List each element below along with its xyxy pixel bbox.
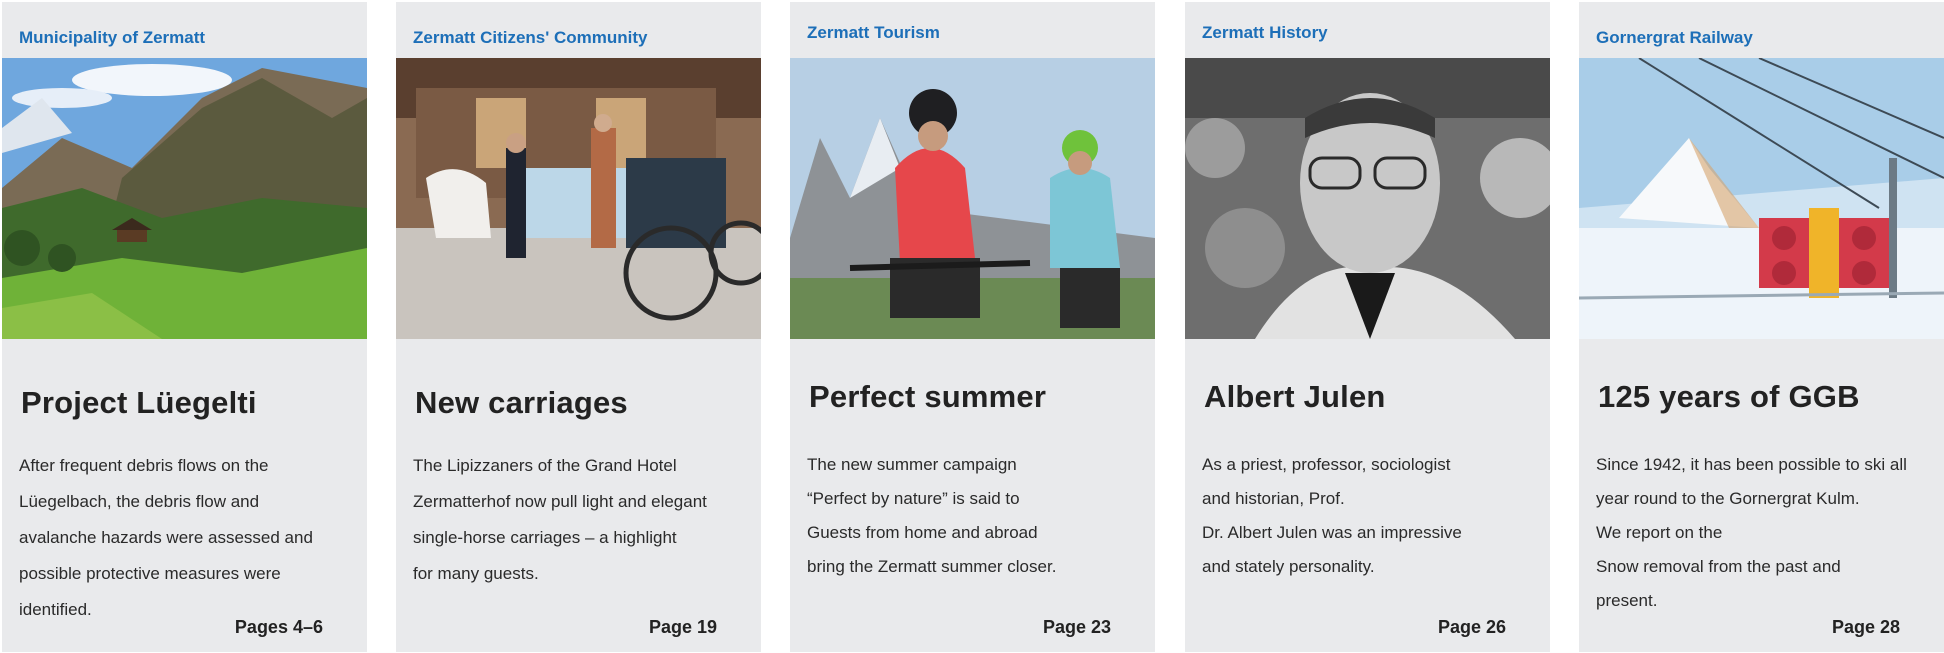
- page-reference[interactable]: Pages 4–6: [235, 617, 323, 638]
- mountain-bikers-photo: [790, 58, 1155, 339]
- description-line: After frequent debris flows on the: [19, 456, 269, 475]
- card-description: The Lipizzaners of the Grand Hotel Zerma…: [413, 448, 753, 592]
- description-line: and stately personality.: [1202, 557, 1375, 576]
- card-category: Zermatt Citizens' Community: [413, 28, 648, 47]
- card-title: New carriages: [415, 385, 628, 420]
- description-line: We report on the: [1596, 523, 1723, 542]
- card-description: The new summer campaign “Perfect by natu…: [807, 448, 1147, 584]
- card-category: Zermatt History: [1202, 23, 1328, 42]
- description-line: Since 1942, it has been possible to ski …: [1596, 455, 1907, 474]
- description-line: The Lipizzaners of the Grand Hotel: [413, 456, 677, 475]
- description-line: “Perfect by nature” is said to: [807, 489, 1020, 508]
- description-line: Snow removal from the past and: [1596, 557, 1841, 576]
- description-line: for many guests.: [413, 564, 539, 583]
- article-card-125-years-ggb[interactable]: Gornergrat Railway 125 years of GGB Sinc…: [1579, 2, 1944, 652]
- card-category: Gornergrat Railway: [1596, 28, 1753, 47]
- description-line: single-horse carriages – a highlight: [413, 528, 677, 547]
- historic-portrait-photo: [1185, 58, 1550, 339]
- card-category: Zermatt Tourism: [807, 23, 940, 42]
- card-category: Municipality of Zermatt: [19, 28, 206, 47]
- card-title: 125 years of GGB: [1598, 379, 1860, 414]
- description-line: Dr. Albert Julen was an impressive: [1202, 523, 1462, 542]
- description-line: bring the Zermatt summer closer.: [807, 557, 1057, 576]
- description-line: avalanche hazards were assessed and: [19, 528, 313, 547]
- description-line: and historian, Prof.: [1202, 489, 1345, 508]
- card-description: Since 1942, it has been possible to ski …: [1596, 448, 1936, 618]
- description-line: present.: [1596, 591, 1658, 610]
- page-reference[interactable]: Page 19: [649, 617, 717, 638]
- article-card-perfect-summer[interactable]: Zermatt Tourism Perfect summer The new s…: [790, 2, 1155, 652]
- description-line: year round to the Gornergrat Kulm.: [1596, 489, 1860, 508]
- page-reference[interactable]: Page 23: [1043, 617, 1111, 638]
- description-line: Guests from home and abroad: [807, 523, 1038, 542]
- card-title: Perfect summer: [809, 379, 1047, 414]
- description-line: Lüegelbach, the debris flow and: [19, 492, 260, 511]
- card-description: As a priest, professor, sociologist and …: [1202, 448, 1542, 584]
- article-card-new-carriages[interactable]: Zermatt Citizens' Community New carriage…: [396, 2, 761, 652]
- page-reference[interactable]: Page 26: [1438, 617, 1506, 638]
- description-line: As a priest, professor, sociologist: [1202, 455, 1451, 474]
- description-line: The new summer campaign: [807, 455, 1017, 474]
- card-title: Albert Julen: [1204, 379, 1386, 414]
- page-reference[interactable]: Page 28: [1832, 617, 1900, 638]
- card-description: After frequent debris flows on the Lüege…: [19, 448, 359, 628]
- alpine-valley-photo: [2, 58, 367, 339]
- article-card-lueegelti[interactable]: Municipality of Zermatt Project Lüegelti…: [2, 2, 367, 652]
- snow-train-photo: [1579, 58, 1944, 339]
- article-card-albert-julen[interactable]: Zermatt History Albert Julen As a priest…: [1185, 2, 1550, 652]
- horse-carriage-photo: [396, 58, 761, 339]
- description-line: possible protective measures were: [19, 564, 281, 583]
- card-title: Project Lüegelti: [21, 385, 257, 420]
- description-line: Zermatterhof now pull light and elegant: [413, 492, 707, 511]
